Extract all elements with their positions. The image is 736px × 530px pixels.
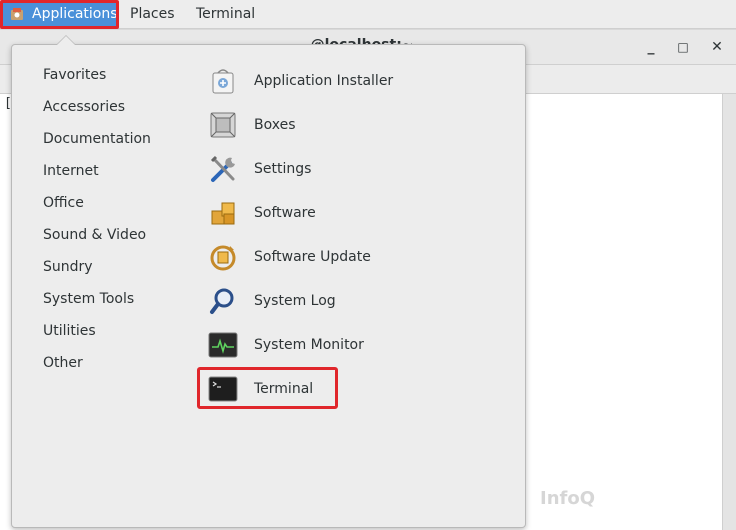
highlight-box-terminal [197, 367, 338, 409]
app-label: System Log [254, 293, 336, 309]
app-label: Settings [254, 161, 312, 177]
category-sound-video[interactable]: Sound & Video [43, 225, 146, 245]
terminal-menu-button[interactable]: Terminal [196, 0, 255, 28]
app-item-boxes[interactable]: Boxes [208, 106, 508, 144]
category-accessories[interactable]: Accessories [43, 97, 125, 117]
app-label: Software Update [254, 249, 371, 265]
maximize-button[interactable]: □ [674, 38, 692, 56]
settings-icon [210, 155, 235, 182]
app-item-application-installer[interactable]: Application Installer [208, 62, 508, 100]
category-sundry[interactable]: Sundry [43, 257, 93, 277]
app-item-software-update[interactable]: Software Update [208, 238, 508, 276]
watermark: InfoQ [540, 488, 596, 509]
app-item-software[interactable]: Software [208, 194, 508, 232]
close-button[interactable]: ✕ [708, 38, 726, 56]
software-update-icon [210, 245, 236, 271]
app-label: Software [254, 205, 316, 221]
places-menu-button[interactable]: Places [130, 0, 175, 28]
app-label: Application Installer [254, 73, 394, 89]
boxes-icon [210, 112, 236, 138]
app-item-system-monitor[interactable]: System Monitor [208, 326, 508, 364]
top-panel: Applications Places Terminal [0, 0, 736, 29]
app-label: System Monitor [254, 337, 364, 353]
category-system-tools[interactable]: System Tools [43, 289, 134, 309]
category-utilities[interactable]: Utilities [43, 321, 96, 341]
app-item-settings[interactable]: Settings [208, 150, 508, 188]
category-internet[interactable]: Internet [43, 161, 99, 181]
category-favorites[interactable]: Favorites [43, 65, 106, 85]
highlight-box-applications [0, 0, 119, 29]
software-icon [211, 202, 235, 225]
category-other[interactable]: Other [43, 353, 83, 373]
app-label: Boxes [254, 117, 296, 133]
application-installer-icon [212, 69, 234, 94]
popup-arrow [56, 35, 76, 45]
terminal-scrollbar[interactable] [722, 94, 736, 530]
category-office[interactable]: Office [43, 193, 84, 213]
minimize-button[interactable]: _ [642, 38, 660, 56]
applications-popup-menu: Favorites Accessories Documentation Inte… [11, 35, 526, 528]
system-log-icon [210, 288, 234, 314]
app-item-system-log[interactable]: System Log [208, 282, 508, 320]
category-documentation[interactable]: Documentation [43, 129, 151, 149]
system-monitor-icon [208, 332, 238, 358]
